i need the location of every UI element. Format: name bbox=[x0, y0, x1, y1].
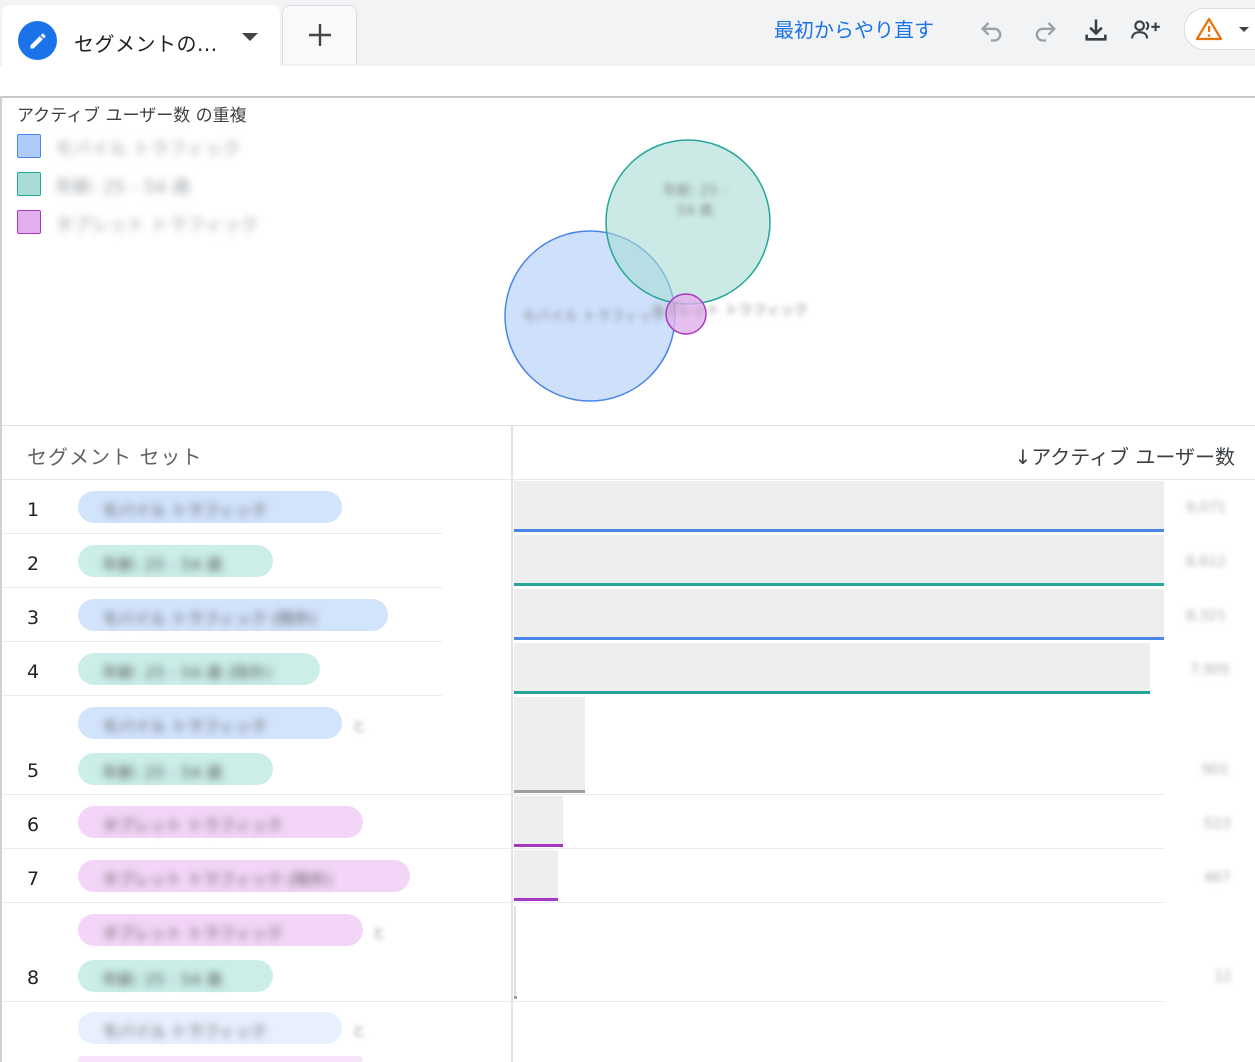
table-bar-line bbox=[514, 583, 1164, 586]
chip-label: 年齢: 25 - 54 歳 (除外) bbox=[102, 663, 272, 682]
segment-chip-age-excluded[interactable]: 年齢: 25 - 54 歳 (除外) bbox=[78, 653, 320, 685]
row-number: 2 bbox=[27, 553, 40, 575]
chip-label: 年齢: 25 - 54 歳 bbox=[102, 555, 223, 574]
tab-dropdown-caret-icon[interactable] bbox=[242, 33, 258, 41]
cell-value: 8,321 bbox=[1186, 608, 1227, 624]
row-number: 8 bbox=[27, 967, 40, 989]
segment-chip-tablet[interactable]: タブレット トラフィック bbox=[78, 914, 363, 946]
segment-chip-mobile[interactable]: モバイル トラフィック bbox=[78, 707, 342, 739]
table-bar bbox=[514, 906, 516, 996]
chip-label: モバイル トラフィック bbox=[102, 717, 267, 736]
segment-chip-age[interactable]: 年齢: 25 - 54 歳 bbox=[78, 960, 273, 992]
column-divider bbox=[511, 425, 513, 1062]
redo-button[interactable] bbox=[1029, 14, 1061, 46]
segment-chip-tablet[interactable]: タブレット トラフィック bbox=[78, 806, 363, 838]
row-divider bbox=[2, 533, 442, 534]
row-divider bbox=[2, 695, 442, 696]
undo-button[interactable] bbox=[976, 14, 1008, 46]
share-users-icon bbox=[1131, 20, 1160, 39]
segment-chip-mobile-excluded[interactable]: モバイル トラフィック (除外) bbox=[78, 599, 388, 631]
row-divider bbox=[2, 641, 442, 642]
row-number: 3 bbox=[27, 607, 40, 629]
segment-chip-age[interactable]: 年齢: 25 - 54 歳 bbox=[78, 753, 273, 785]
plus-icon bbox=[308, 24, 331, 46]
chip-label: モバイル トラフィック (除外) bbox=[102, 609, 317, 628]
edit-pencil-button[interactable] bbox=[18, 21, 57, 60]
row-divider bbox=[2, 587, 442, 588]
chip-label: タブレット トラフィック bbox=[102, 816, 283, 835]
row-number: 7 bbox=[27, 868, 40, 890]
download-button[interactable] bbox=[1080, 14, 1112, 46]
cell-value: 467 bbox=[1204, 870, 1231, 886]
table-bar-line bbox=[514, 790, 585, 793]
chip-label: タブレット トラフィック (除外) bbox=[102, 870, 333, 889]
row-number: 5 bbox=[27, 760, 40, 782]
chip-label: 年齢: 25 - 54 歳 bbox=[102, 763, 223, 782]
tab-segment-overlap[interactable]: セグメントの... bbox=[2, 5, 280, 66]
warning-icon bbox=[1195, 17, 1223, 41]
venn-label-age: 年齢: 25 - 54 歳 bbox=[662, 183, 728, 219]
venn-circle-age[interactable] bbox=[605, 139, 771, 305]
add-tab-button[interactable] bbox=[282, 5, 357, 64]
chip-label: タブレット トラフィック bbox=[102, 924, 283, 943]
cell-value: 7,905 bbox=[1190, 662, 1231, 678]
chevron-down-icon bbox=[1239, 27, 1249, 32]
venn-label-mobile: モバイル トラフィック bbox=[522, 309, 667, 325]
row-number: 1 bbox=[27, 499, 40, 521]
segment-chip-mobile[interactable]: モバイル トラフィック bbox=[78, 491, 342, 523]
table-top-border bbox=[2, 425, 1255, 426]
table-bar bbox=[514, 796, 563, 844]
venn-label-tablet: タブレット トラフィック bbox=[650, 303, 809, 319]
table-bar-line bbox=[514, 691, 1150, 694]
segment-chip-age[interactable]: 年齢: 25 - 54 歳 bbox=[78, 545, 273, 577]
table-bar-line bbox=[514, 996, 517, 999]
header-divider bbox=[2, 479, 1255, 480]
undo-icon bbox=[981, 22, 1002, 42]
row-divider bbox=[2, 902, 1164, 903]
cell-value: 523 bbox=[1204, 816, 1231, 832]
and-connector: と bbox=[352, 719, 366, 735]
row-divider bbox=[2, 848, 1164, 849]
row-divider bbox=[2, 794, 1164, 795]
cell-value: 12 bbox=[1214, 969, 1232, 985]
table-bar-line bbox=[514, 637, 1164, 640]
and-connector: と bbox=[372, 926, 386, 942]
table-bar-line bbox=[514, 898, 558, 901]
sub-toolbar bbox=[0, 66, 1255, 98]
venn-diagram bbox=[504, 139, 771, 402]
segment-chip-tablet-excluded[interactable]: タブレット トラフィック (除外) bbox=[78, 860, 410, 892]
cell-value: 901 bbox=[1202, 762, 1229, 778]
table-bar-line bbox=[514, 529, 1164, 532]
row-number: 4 bbox=[27, 661, 40, 683]
table-bar bbox=[514, 589, 1164, 637]
and-connector: と bbox=[352, 1024, 366, 1040]
column-header-active-users[interactable]: ↓アクティブ ユーザー数 bbox=[1014, 441, 1235, 470]
chip-label: モバイル トラフィック bbox=[102, 501, 267, 520]
restart-button[interactable]: 最初からやり直す bbox=[774, 14, 934, 43]
segment-chip-partial[interactable] bbox=[78, 1056, 363, 1062]
share-button[interactable] bbox=[1130, 14, 1162, 46]
column-header-segment: セグメント セット bbox=[27, 445, 203, 469]
table-bar bbox=[514, 481, 1164, 529]
table-bar bbox=[514, 850, 558, 898]
warning-button[interactable] bbox=[1184, 8, 1255, 50]
chip-label: モバイル トラフィック bbox=[102, 1022, 267, 1041]
chip-label: 年齢: 25 - 54 歳 bbox=[102, 970, 223, 989]
redo-icon bbox=[1035, 22, 1056, 42]
download-icon bbox=[1085, 19, 1107, 41]
cell-value: 8,612 bbox=[1186, 554, 1227, 570]
table-bar bbox=[514, 697, 585, 790]
pencil-icon bbox=[30, 32, 46, 48]
row-divider bbox=[2, 1001, 1164, 1002]
table-bar bbox=[514, 535, 1164, 583]
row-number: 6 bbox=[27, 814, 40, 836]
tab-title: セグメントの... bbox=[74, 32, 218, 56]
table-bar bbox=[514, 643, 1150, 691]
cell-value: 9,071 bbox=[1186, 500, 1227, 516]
segment-chip-mobile[interactable]: モバイル トラフィック bbox=[78, 1012, 342, 1044]
table-bar-line bbox=[514, 844, 563, 847]
